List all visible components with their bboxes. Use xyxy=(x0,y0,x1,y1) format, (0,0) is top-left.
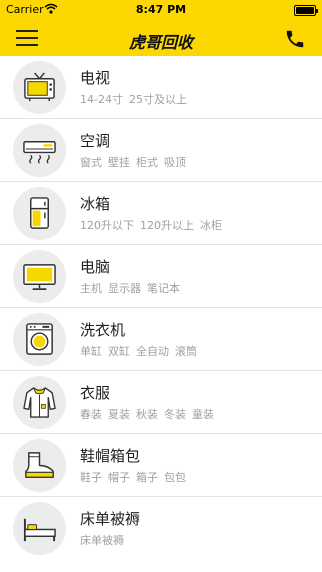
category-title: 洗衣机 xyxy=(80,321,126,339)
tag: 冬装 xyxy=(164,408,186,421)
washing-machine-icon xyxy=(13,313,66,366)
tag: 笔记本 xyxy=(147,282,180,295)
clothes-icon xyxy=(13,376,66,429)
tag: 柜式 xyxy=(136,156,158,169)
tag: 全自动 xyxy=(136,345,169,358)
tag: 主机 xyxy=(80,282,102,295)
category-title: 空调 xyxy=(80,132,111,150)
air-conditioner-icon xyxy=(13,124,66,177)
tag: 鞋子 xyxy=(80,471,102,484)
category-title: 冰箱 xyxy=(80,195,111,213)
fridge-icon xyxy=(13,187,66,240)
tag: 夏装 xyxy=(108,408,130,421)
category-tags: 窗式 壁挂 柜式 吸顶 xyxy=(80,154,192,170)
tag: 童装 xyxy=(192,408,214,421)
tag: 春装 xyxy=(80,408,102,421)
tag: 帽子 xyxy=(108,471,130,484)
category-title: 鞋帽箱包 xyxy=(80,447,141,465)
category-tags: 春装 夏装 秋装 冬装 童装 xyxy=(80,406,220,422)
category-item-tv[interactable]: 电视 14-24寸 25寸及以上 xyxy=(0,56,322,119)
tv-icon xyxy=(13,61,66,114)
category-title: 电视 xyxy=(80,69,111,87)
category-title: 电脑 xyxy=(80,258,111,276)
tag: 14-24寸 xyxy=(80,93,123,106)
tag: 秋装 xyxy=(136,408,158,421)
category-tags: 120升以下 120升以上 冰柜 xyxy=(80,217,228,233)
category-item-fridge[interactable]: 冰箱 120升以下 120升以上 冰柜 xyxy=(0,182,322,245)
tag: 显示器 xyxy=(108,282,141,295)
battery-icon xyxy=(294,5,318,16)
tag: 单缸 xyxy=(80,345,102,358)
category-item-shoes-hats-bags[interactable]: 鞋帽箱包 鞋子 帽子 箱子 包包 xyxy=(0,434,322,497)
category-tags: 床单被褥 xyxy=(80,532,130,548)
app-title: 虎哥回收 xyxy=(128,33,193,52)
category-item-bedding[interactable]: 床单被褥 床单被褥 xyxy=(0,497,322,560)
tag: 120升以上 xyxy=(140,219,194,232)
tag: 壁挂 xyxy=(108,156,130,169)
category-item-computer[interactable]: 电脑 主机 显示器 笔记本 xyxy=(0,245,322,308)
category-item-clothes[interactable]: 衣服 春装 夏装 秋装 冬装 童装 xyxy=(0,371,322,434)
tag: 床单被褥 xyxy=(80,534,124,547)
tag: 双缸 xyxy=(108,345,130,358)
category-list: 电视 14-24寸 25寸及以上 空调 窗式 壁挂 柜式 吸顶 冰箱 120升以下 120… xyxy=(0,56,322,560)
category-title: 衣服 xyxy=(80,384,111,402)
phone-icon[interactable] xyxy=(284,28,306,50)
shoe-icon xyxy=(13,439,66,492)
tag: 25寸及以上 xyxy=(128,93,187,106)
tag: 包包 xyxy=(164,471,186,484)
tag: 箱子 xyxy=(136,471,158,484)
tag: 吸顶 xyxy=(164,156,186,169)
category-item-air-conditioner[interactable]: 空调 窗式 壁挂 柜式 吸顶 xyxy=(0,119,322,182)
status-bar: Carrier 8:47 PM xyxy=(0,0,322,20)
monitor-icon xyxy=(13,250,66,303)
clock: 8:47 PM xyxy=(135,3,187,16)
tag: 滚筒 xyxy=(175,345,197,358)
category-tags: 14-24寸 25寸及以上 xyxy=(80,91,193,107)
category-tags: 单缸 双缸 全自动 滚筒 xyxy=(80,343,203,359)
bed-icon xyxy=(13,502,66,555)
tag: 120升以下 xyxy=(80,219,134,232)
category-title: 床单被褥 xyxy=(80,510,141,528)
category-tags: 主机 显示器 笔记本 xyxy=(80,280,186,296)
tag: 冰柜 xyxy=(200,219,222,232)
category-tags: 鞋子 帽子 箱子 包包 xyxy=(80,469,192,485)
category-item-washing-machine[interactable]: 洗衣机 单缸 双缸 全自动 滚筒 xyxy=(0,308,322,371)
tag: 窗式 xyxy=(80,156,102,169)
nav-bar: 虎哥回收 xyxy=(0,20,322,56)
